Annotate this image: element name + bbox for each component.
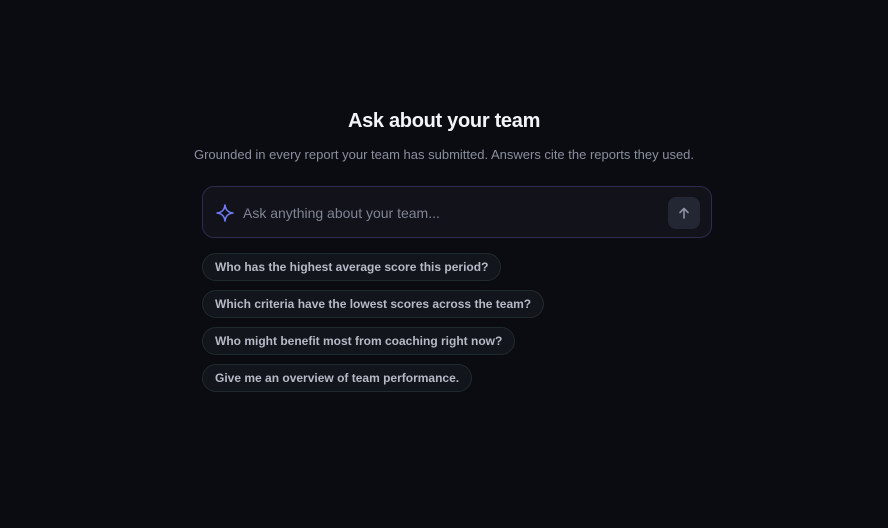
- ask-input[interactable]: [243, 201, 653, 225]
- sparkle-icon: [215, 203, 235, 223]
- ask-team-page: Ask about your team Grounded in every re…: [0, 0, 888, 528]
- suggestion-list: Who has the highest average score this p…: [202, 253, 545, 392]
- suggestion-chip[interactable]: Who might benefit most from coaching rig…: [202, 327, 516, 355]
- suggestion-chip[interactable]: Who has the highest average score this p…: [202, 253, 502, 281]
- page-subtitle: Grounded in every report your team has s…: [193, 147, 695, 162]
- arrow-up-icon: [677, 206, 691, 220]
- send-button[interactable]: [668, 197, 700, 229]
- page-title: Ask about your team: [347, 110, 541, 132]
- suggestion-chip[interactable]: Which criteria have the lowest scores ac…: [202, 290, 545, 318]
- suggestion-chip[interactable]: Give me an overview of team performance.: [202, 364, 473, 392]
- ask-box: [202, 186, 712, 238]
